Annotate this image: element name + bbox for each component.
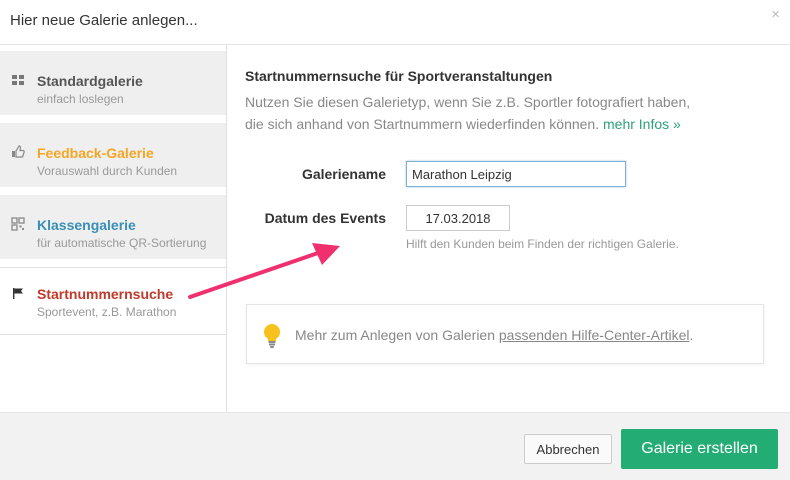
- sidebar-item-standardgalerie[interactable]: Standardgalerie einfach loslegen: [0, 51, 226, 119]
- sidebar-item-sub: Sportevent, z.B. Marathon: [37, 305, 177, 319]
- lightbulb-icon: [264, 324, 280, 348]
- gallery-type-sidebar: Standardgalerie einfach loslegen Feedbac…: [0, 45, 226, 412]
- sidebar-item-sub: Vorauswahl durch Kunden: [37, 164, 178, 178]
- cancel-button[interactable]: Abbrechen: [524, 434, 612, 464]
- sidebar-item-startnummernsuche[interactable]: Startnummernsuche Sportevent, z.B. Marat…: [0, 267, 226, 335]
- help-center-link[interactable]: passenden Hilfe-Center-Artikel: [499, 327, 690, 343]
- info-text-start: Mehr zum Anlegen von Galerien: [295, 327, 495, 343]
- help-info-box: Mehr zum Anlegen von Galerien passenden …: [246, 304, 764, 364]
- flag-icon: [13, 288, 23, 299]
- sidebar-item-sub: einfach loslegen: [37, 92, 124, 106]
- sidebar-item-feedback-galerie[interactable]: Feedback-Galerie Vorauswahl durch Kunden: [0, 123, 226, 191]
- sidebar-item-label: Klassengalerie: [37, 217, 136, 233]
- dialog-header: Hier neue Galerie anlegen... ×: [0, 0, 790, 45]
- section-title: Startnummernsuche für Sportveranstaltung…: [245, 68, 553, 84]
- sidebar-item-label: Feedback-Galerie: [37, 145, 154, 161]
- info-text-end: .: [689, 327, 694, 343]
- gallery-name-input[interactable]: [406, 161, 626, 187]
- sidebar-item-label: Startnummernsuche: [37, 286, 174, 302]
- event-date-label: Datum des Events: [264, 210, 386, 226]
- grid-icon: [12, 75, 24, 85]
- thumbs-up-icon: [12, 145, 25, 158]
- info-text: Mehr zum Anlegen von Galerien passenden …: [295, 327, 693, 343]
- event-date-hint: Hilft den Kunden beim Finden der richtig…: [406, 237, 679, 251]
- close-icon[interactable]: ×: [771, 6, 780, 23]
- section-description: Nutzen Sie diesen Galerietyp, wenn Sie z…: [245, 91, 705, 135]
- more-info-link[interactable]: mehr Infos »: [603, 116, 681, 132]
- sidebar-item-sub: für automatische QR-Sortierung: [37, 236, 207, 250]
- dialog-footer: Abbrechen Galerie erstellen: [0, 412, 790, 480]
- create-gallery-button[interactable]: Galerie erstellen: [621, 429, 778, 469]
- sidebar-item-klassengalerie[interactable]: Klassengalerie für automatische QR-Sorti…: [0, 195, 226, 263]
- qr-code-icon: [11, 217, 25, 231]
- main-panel: Startnummernsuche für Sportveranstaltung…: [226, 45, 790, 412]
- gallery-name-label: Galeriename: [301, 166, 386, 182]
- event-date-input[interactable]: [406, 205, 510, 231]
- sidebar-item-label: Standardgalerie: [37, 73, 143, 89]
- dialog-title: Hier neue Galerie anlegen...: [10, 12, 198, 29]
